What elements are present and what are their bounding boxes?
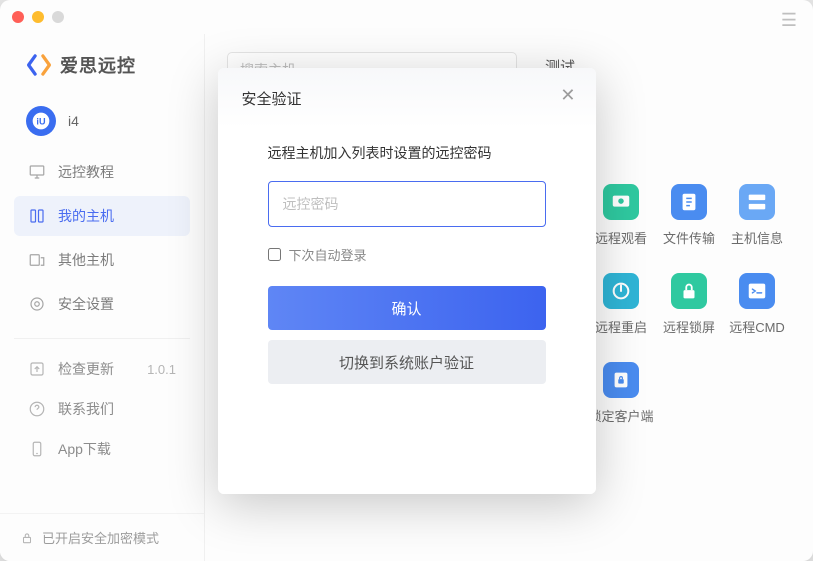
app-window: ☰ 爱思远控 iU i4 远控教程 xyxy=(0,0,813,561)
auto-login-label: 下次自动登录 xyxy=(289,245,367,264)
dialog-title: 安全验证 xyxy=(242,88,572,109)
switch-auth-button[interactable]: 切换到系统账户验证 xyxy=(268,340,546,384)
dialog-subtitle: 远程主机加入列表时设置的远控密码 xyxy=(268,143,546,163)
auto-login-checkbox[interactable] xyxy=(268,248,281,261)
auto-login-row[interactable]: 下次自动登录 xyxy=(268,245,546,264)
security-dialog: 安全验证 ✕ 远程主机加入列表时设置的远控密码 下次自动登录 确认 切换到系统账… xyxy=(218,68,596,494)
close-icon[interactable]: ✕ xyxy=(560,86,575,104)
confirm-button[interactable]: 确认 xyxy=(268,286,546,330)
modal-overlay: 安全验证 ✕ 远程主机加入列表时设置的远控密码 下次自动登录 确认 切换到系统账… xyxy=(0,0,813,561)
password-input[interactable] xyxy=(268,181,546,227)
